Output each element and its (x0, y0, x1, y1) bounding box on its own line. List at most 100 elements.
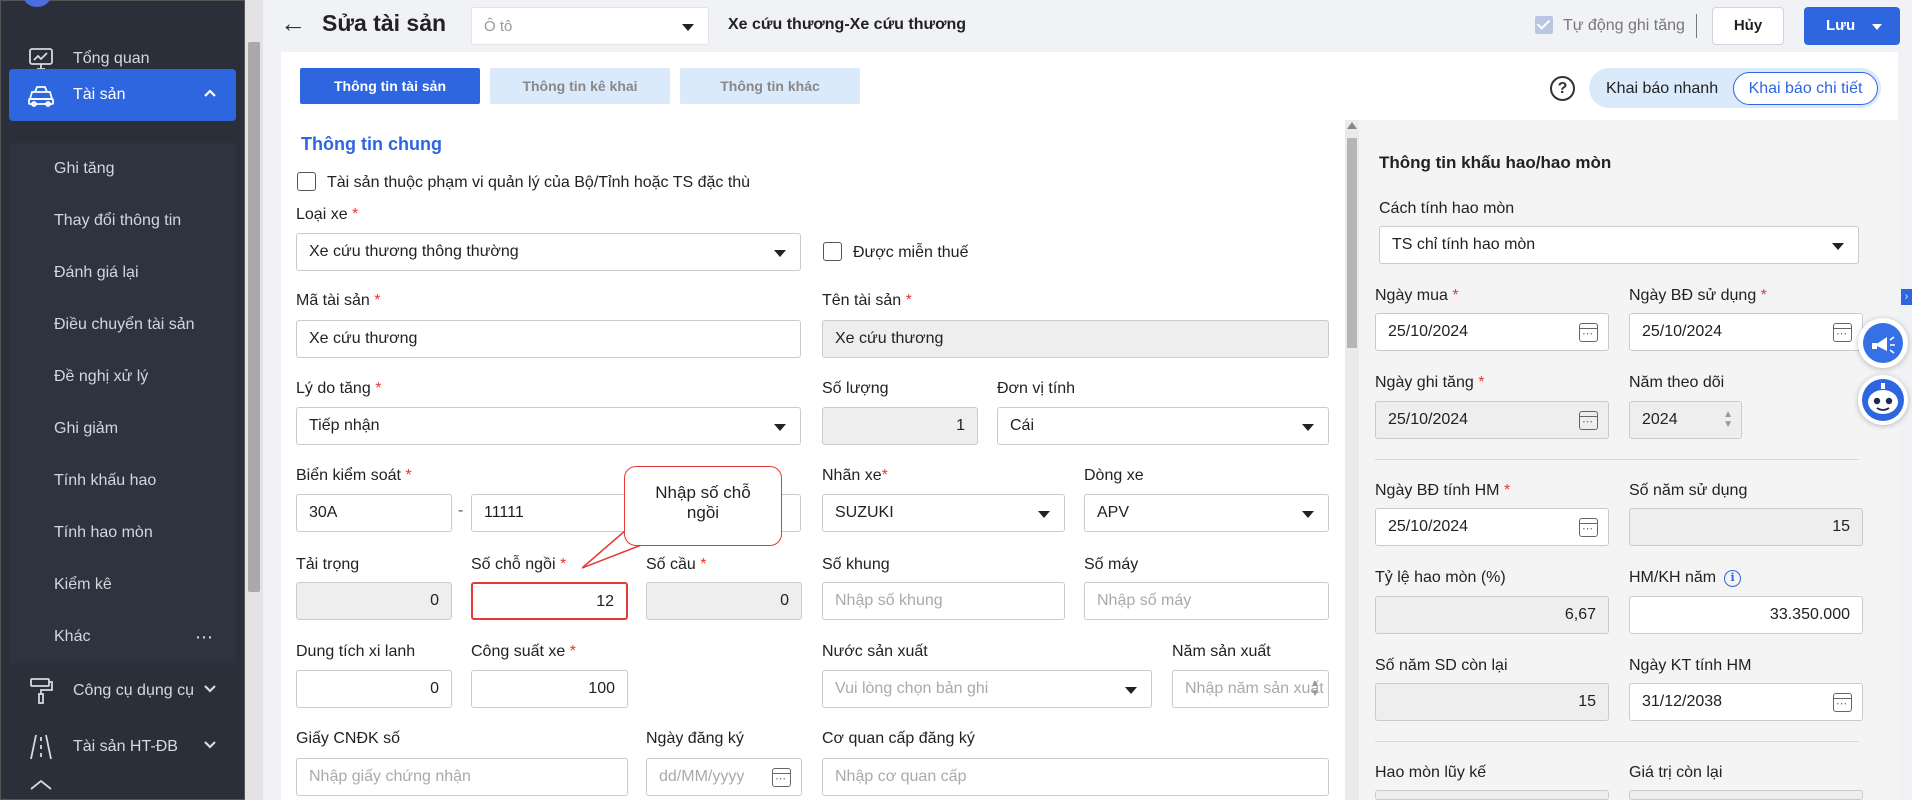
save-button[interactable]: Lưu (1804, 7, 1900, 45)
chassis-input[interactable]: Nhập số khung (822, 582, 1065, 620)
model-select[interactable]: APV (1084, 494, 1329, 532)
support-widget-button[interactable] (1858, 318, 1908, 368)
sidebar-subitem-depreciation[interactable]: Tính khấu hao (9, 455, 236, 507)
more-icon[interactable]: ⋯ (195, 611, 214, 663)
calendar-icon[interactable] (1833, 693, 1852, 712)
annual-input[interactable]: 33.350.000 (1629, 596, 1863, 634)
hm-start-label: Ngày BĐ tính HM * (1375, 482, 1511, 499)
calendar-icon[interactable] (1579, 518, 1598, 537)
caret-down-icon (774, 250, 786, 257)
calendar-icon[interactable] (1579, 323, 1598, 342)
sidebar-subitem-change-info[interactable]: Thay đổi thông tin (9, 195, 236, 247)
sidebar-item-partial[interactable] (9, 775, 236, 800)
increase-date-input[interactable]: 25/10/2024 (1375, 401, 1609, 439)
special-scope-label: Tài sản thuộc phạm vi quản lý của Bộ/Tỉn… (327, 174, 751, 191)
hm-end-input[interactable]: 31/12/2038 (1629, 683, 1863, 721)
engine-input[interactable]: Nhập số máy (1084, 582, 1329, 620)
vehicle-type-select[interactable]: Xe cứu thương thông thường (296, 233, 801, 271)
reason-label: Lý do tăng * (296, 380, 382, 397)
sidebar-item-assets[interactable]: Tài sản (9, 69, 236, 121)
cancel-button[interactable]: Hủy (1712, 7, 1784, 45)
asset-code-label: Mã tài sản * (296, 292, 381, 309)
country-select[interactable]: Vui lòng chọn bản ghi (822, 670, 1152, 708)
plate-prefix-input[interactable]: 30A (296, 494, 452, 532)
year-label: Năm sản xuất (1172, 643, 1271, 660)
tracking-year-input[interactable]: 2024 ▲ ▼ (1629, 401, 1742, 439)
displacement-input[interactable]: 0 (296, 670, 452, 708)
quantity-input[interactable]: 1 (822, 407, 978, 445)
tax-exempt-checkbox[interactable] (823, 242, 842, 261)
year-input[interactable]: Nhập năm sản xuất ▲ ▼ (1172, 670, 1329, 708)
sidebar-subitem-transfer[interactable]: Điều chuyển tài sản (9, 299, 236, 351)
reg-cert-input[interactable]: Nhập giấy chứng nhận (296, 758, 628, 796)
calendar-icon[interactable] (772, 768, 791, 787)
expand-arrow-icon[interactable]: › (1901, 289, 1912, 305)
residual-input[interactable] (1629, 790, 1863, 800)
spinner-icon[interactable]: ▲ ▼ (1723, 410, 1733, 430)
back-arrow-icon[interactable]: ← (280, 8, 306, 39)
power-input[interactable]: 100 (471, 670, 628, 708)
use-start-input[interactable]: 25/10/2024 (1629, 313, 1863, 351)
chevron-down-icon (202, 681, 218, 702)
reg-date-input[interactable]: dd/MM/yyyy (646, 758, 802, 796)
quick-mode-option[interactable]: Khai báo nhanh (1606, 80, 1718, 98)
help-icon[interactable]: ? (1550, 76, 1575, 101)
sidebar-subitem-proposal[interactable]: Đề nghị xử lý (9, 351, 236, 403)
hm-start-input[interactable]: 25/10/2024 (1375, 508, 1609, 546)
axles-input[interactable]: 0 (646, 582, 802, 620)
displacement-label: Dung tích xi lanh (296, 643, 416, 660)
seats-input[interactable]: 12 (471, 582, 628, 620)
detail-mode-option[interactable]: Khai báo chi tiết (1733, 72, 1878, 105)
reason-select[interactable]: Tiếp nhận (296, 407, 801, 445)
sidebar-submenu-assets: Ghi tăng Thay đổi thông tin Đánh giá lại… (9, 143, 236, 663)
chevron-down-icon (202, 737, 218, 758)
paint-roller-icon (23, 673, 59, 709)
sidebar-item-tools[interactable]: Công cụ dụng cụ (9, 665, 236, 717)
sidebar-subitem-wear[interactable]: Tính hao mòn (9, 507, 236, 559)
tab-asset-info[interactable]: Thông tin tài sản (300, 68, 480, 104)
road-icon (23, 729, 59, 765)
callout-line-2: ngồi (686, 503, 720, 522)
purchase-date-input[interactable]: 25/10/2024 (1375, 313, 1609, 351)
residual-label: Giá trị còn lại (1629, 764, 1723, 781)
chatbot-widget-button[interactable] (1858, 375, 1908, 425)
rate-input[interactable]: 6,67 (1375, 596, 1609, 634)
asset-name-input[interactable]: Xe cứu thương (822, 320, 1329, 358)
unit-select[interactable]: Cái (997, 407, 1329, 445)
calendar-icon[interactable] (1833, 323, 1852, 342)
brand-select[interactable]: SUZUKI (822, 494, 1065, 532)
calendar-icon[interactable] (1579, 411, 1598, 430)
spinner-icon[interactable]: ▲ ▼ (1310, 679, 1320, 699)
tab-other-info[interactable]: Thông tin khác (680, 68, 860, 104)
divider (1375, 741, 1859, 742)
reg-agency-input[interactable]: Nhập cơ quan cấp (822, 758, 1329, 796)
use-years-input[interactable]: 15 (1629, 508, 1863, 546)
partial-icon (23, 775, 59, 800)
scrollbar-thumb[interactable] (1347, 138, 1357, 348)
asset-type-select[interactable]: Ô tô (471, 7, 709, 45)
form-scrollbar[interactable] (1345, 120, 1359, 800)
car-icon (23, 77, 59, 113)
caret-down-icon (682, 24, 694, 31)
special-scope-checkbox[interactable] (297, 172, 316, 191)
load-input[interactable]: 0 (296, 582, 452, 620)
sidebar-scrollbar[interactable] (245, 0, 263, 800)
scroll-up-icon[interactable] (1347, 122, 1357, 129)
tab-declaration-info[interactable]: Thông tin kê khai (490, 68, 670, 104)
scrollbar-thumb[interactable] (248, 42, 260, 592)
auto-increase-checkbox[interactable] (1535, 16, 1553, 34)
info-icon[interactable]: i (1724, 570, 1742, 587)
sidebar-subitem-other[interactable]: Khác ⋯ (9, 611, 236, 663)
sidebar-subitem-inventory[interactable]: Kiểm kê (9, 559, 236, 611)
auto-increase-label: Tự động ghi tăng (1563, 17, 1685, 34)
sidebar-subitem-decrease[interactable]: Ghi giảm (9, 403, 236, 455)
sidebar-subitem-revaluate[interactable]: Đánh giá lại (9, 247, 236, 299)
sidebar-item-infrastructure[interactable]: Tài sản HT-ĐB (9, 721, 236, 773)
asset-code-input[interactable]: Xe cứu thương (296, 320, 801, 358)
method-select[interactable]: TS chỉ tính hao mòn (1379, 226, 1859, 264)
accumulated-input[interactable] (1375, 790, 1609, 800)
use-years-label: Số năm sử dụng (1629, 482, 1748, 499)
sidebar-item-label: Tài sản HT-ĐB (73, 738, 178, 755)
remaining-input[interactable]: 15 (1375, 683, 1609, 721)
sidebar-subitem-increase[interactable]: Ghi tăng (9, 143, 236, 195)
